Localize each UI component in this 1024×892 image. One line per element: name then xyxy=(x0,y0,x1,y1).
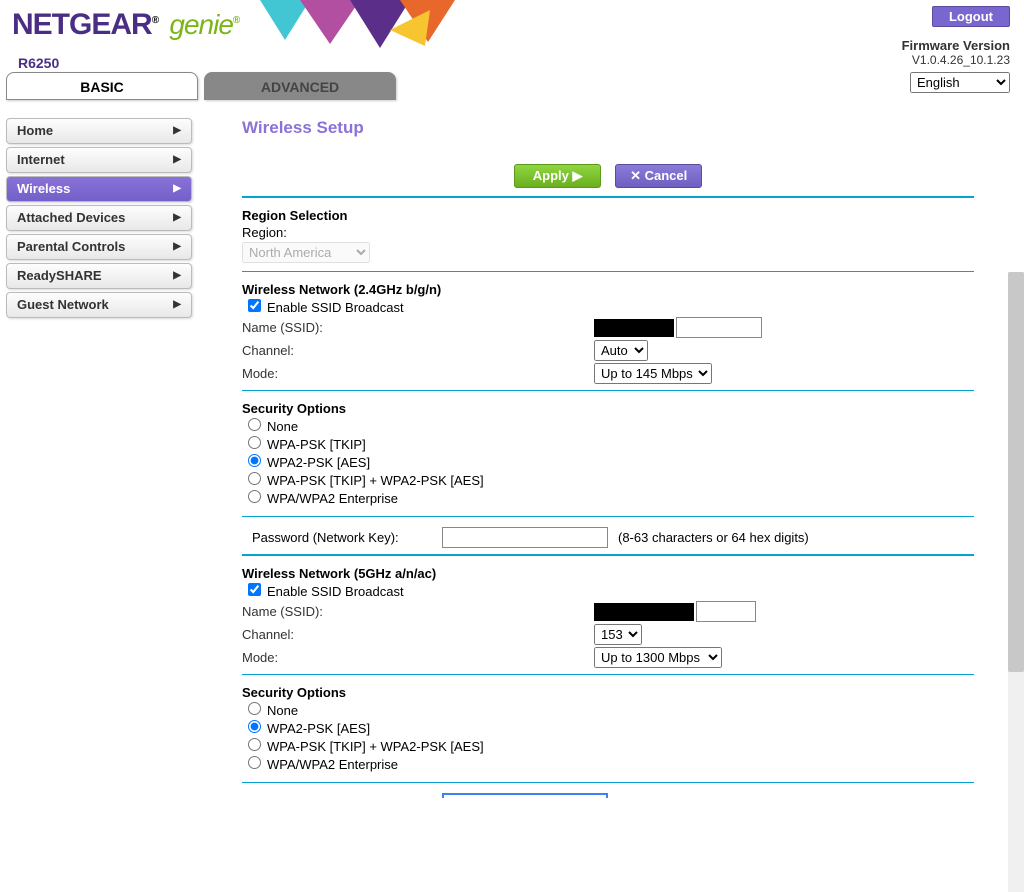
password-24-label: Password (Network Key): xyxy=(242,530,442,545)
model-label: R6250 xyxy=(18,55,59,71)
password-24-input[interactable] xyxy=(442,527,608,548)
scrollbar[interactable] xyxy=(1008,272,1024,892)
ssid-5-label: Name (SSID): xyxy=(242,604,594,619)
tab-advanced[interactable]: ADVANCED xyxy=(204,72,396,100)
mode-5-select[interactable]: Up to 1300 Mbps xyxy=(594,647,722,668)
sec5-wpa2-aes-radio[interactable] xyxy=(248,720,261,733)
ssid-24-input[interactable] xyxy=(676,317,762,338)
sidebar-item-wireless[interactable]: Wireless▶ xyxy=(6,176,192,202)
wireless-5-heading: Wireless Network (5GHz a/n/ac) xyxy=(242,566,974,581)
sec24-wpa-mixed-radio[interactable] xyxy=(248,472,261,485)
firmware-version-label: Firmware Version xyxy=(902,38,1010,53)
enable-ssid-24-checkbox[interactable] xyxy=(248,299,261,312)
sidebar-item-guest-network[interactable]: Guest Network▶ xyxy=(6,292,192,318)
channel-5-select[interactable]: 153 xyxy=(594,624,642,645)
channel-24-select[interactable]: Auto xyxy=(594,340,648,361)
password-5-label: Password (Network Key): xyxy=(242,797,442,798)
sec5-enterprise-radio[interactable] xyxy=(248,756,261,769)
password-24-hint: (8-63 characters or 64 hex digits) xyxy=(618,530,809,545)
sidebar: Home▶ Internet▶ Wireless▶ Attached Devic… xyxy=(0,104,198,798)
brand-netgear: NETGEAR xyxy=(12,8,152,41)
security-5-heading: Security Options xyxy=(242,685,974,700)
page-title: Wireless Setup xyxy=(242,118,974,138)
chevron-right-icon: ▶ xyxy=(173,147,181,173)
chevron-right-icon: ▶ xyxy=(173,263,181,289)
scrollbar-thumb[interactable] xyxy=(1008,272,1024,672)
enable-ssid-24-label: Enable SSID Broadcast xyxy=(267,300,404,315)
security-24-heading: Security Options xyxy=(242,401,974,416)
brand-logo: NETGEAR® genie® xyxy=(12,8,239,42)
password-5-hint: (8-63 characters or 64 hex digits) xyxy=(618,797,809,798)
sec24-wpa2-aes-radio[interactable] xyxy=(248,454,261,467)
firmware-version-value: V1.0.4.26_10.1.23 xyxy=(912,53,1010,67)
tab-basic[interactable]: BASIC xyxy=(6,72,198,100)
sidebar-item-home[interactable]: Home▶ xyxy=(6,118,192,144)
sec5-none-radio[interactable] xyxy=(248,702,261,715)
sec24-none-radio[interactable] xyxy=(248,418,261,431)
cancel-button[interactable]: ✕ Cancel xyxy=(615,164,702,188)
apply-button[interactable]: Apply ▶ xyxy=(514,164,602,188)
language-select[interactable]: English xyxy=(910,72,1010,93)
sidebar-item-parental-controls[interactable]: Parental Controls▶ xyxy=(6,234,192,260)
mode-24-select[interactable]: Up to 145 Mbps xyxy=(594,363,712,384)
sec5-wpa-mixed-radio[interactable] xyxy=(248,738,261,751)
password-5-input[interactable] xyxy=(442,793,608,798)
enable-ssid-5-label: Enable SSID Broadcast xyxy=(267,584,404,599)
enable-ssid-5-checkbox[interactable] xyxy=(248,583,261,596)
ssid-24-obscured-value xyxy=(594,319,674,337)
ssid-5-obscured-value xyxy=(594,603,694,621)
channel-24-label: Channel: xyxy=(242,343,594,358)
chevron-right-icon: ▶ xyxy=(173,176,181,202)
sidebar-item-readyshare[interactable]: ReadySHARE▶ xyxy=(6,263,192,289)
chevron-right-icon: ▶ xyxy=(173,118,181,144)
decorative-triangles xyxy=(260,0,480,48)
channel-5-label: Channel: xyxy=(242,627,594,642)
mode-24-label: Mode: xyxy=(242,366,594,381)
ssid-24-label: Name (SSID): xyxy=(242,320,594,335)
chevron-right-icon: ▶ xyxy=(173,205,181,231)
mode-5-label: Mode: xyxy=(242,650,594,665)
chevron-right-icon: ▶ xyxy=(173,234,181,260)
region-select: North America xyxy=(242,242,370,263)
sec24-enterprise-radio[interactable] xyxy=(248,490,261,503)
sec24-wpa-tkip-radio[interactable] xyxy=(248,436,261,449)
region-label: Region: xyxy=(242,225,287,240)
ssid-5-input[interactable] xyxy=(696,601,756,622)
brand-genie: genie xyxy=(169,9,233,40)
region-section-heading: Region Selection xyxy=(242,208,974,223)
wireless-24-heading: Wireless Network (2.4GHz b/g/n) xyxy=(242,282,974,297)
sidebar-item-internet[interactable]: Internet▶ xyxy=(6,147,192,173)
chevron-right-icon: ▶ xyxy=(173,292,181,318)
logout-button[interactable]: Logout xyxy=(932,6,1010,27)
sidebar-item-attached-devices[interactable]: Attached Devices▶ xyxy=(6,205,192,231)
